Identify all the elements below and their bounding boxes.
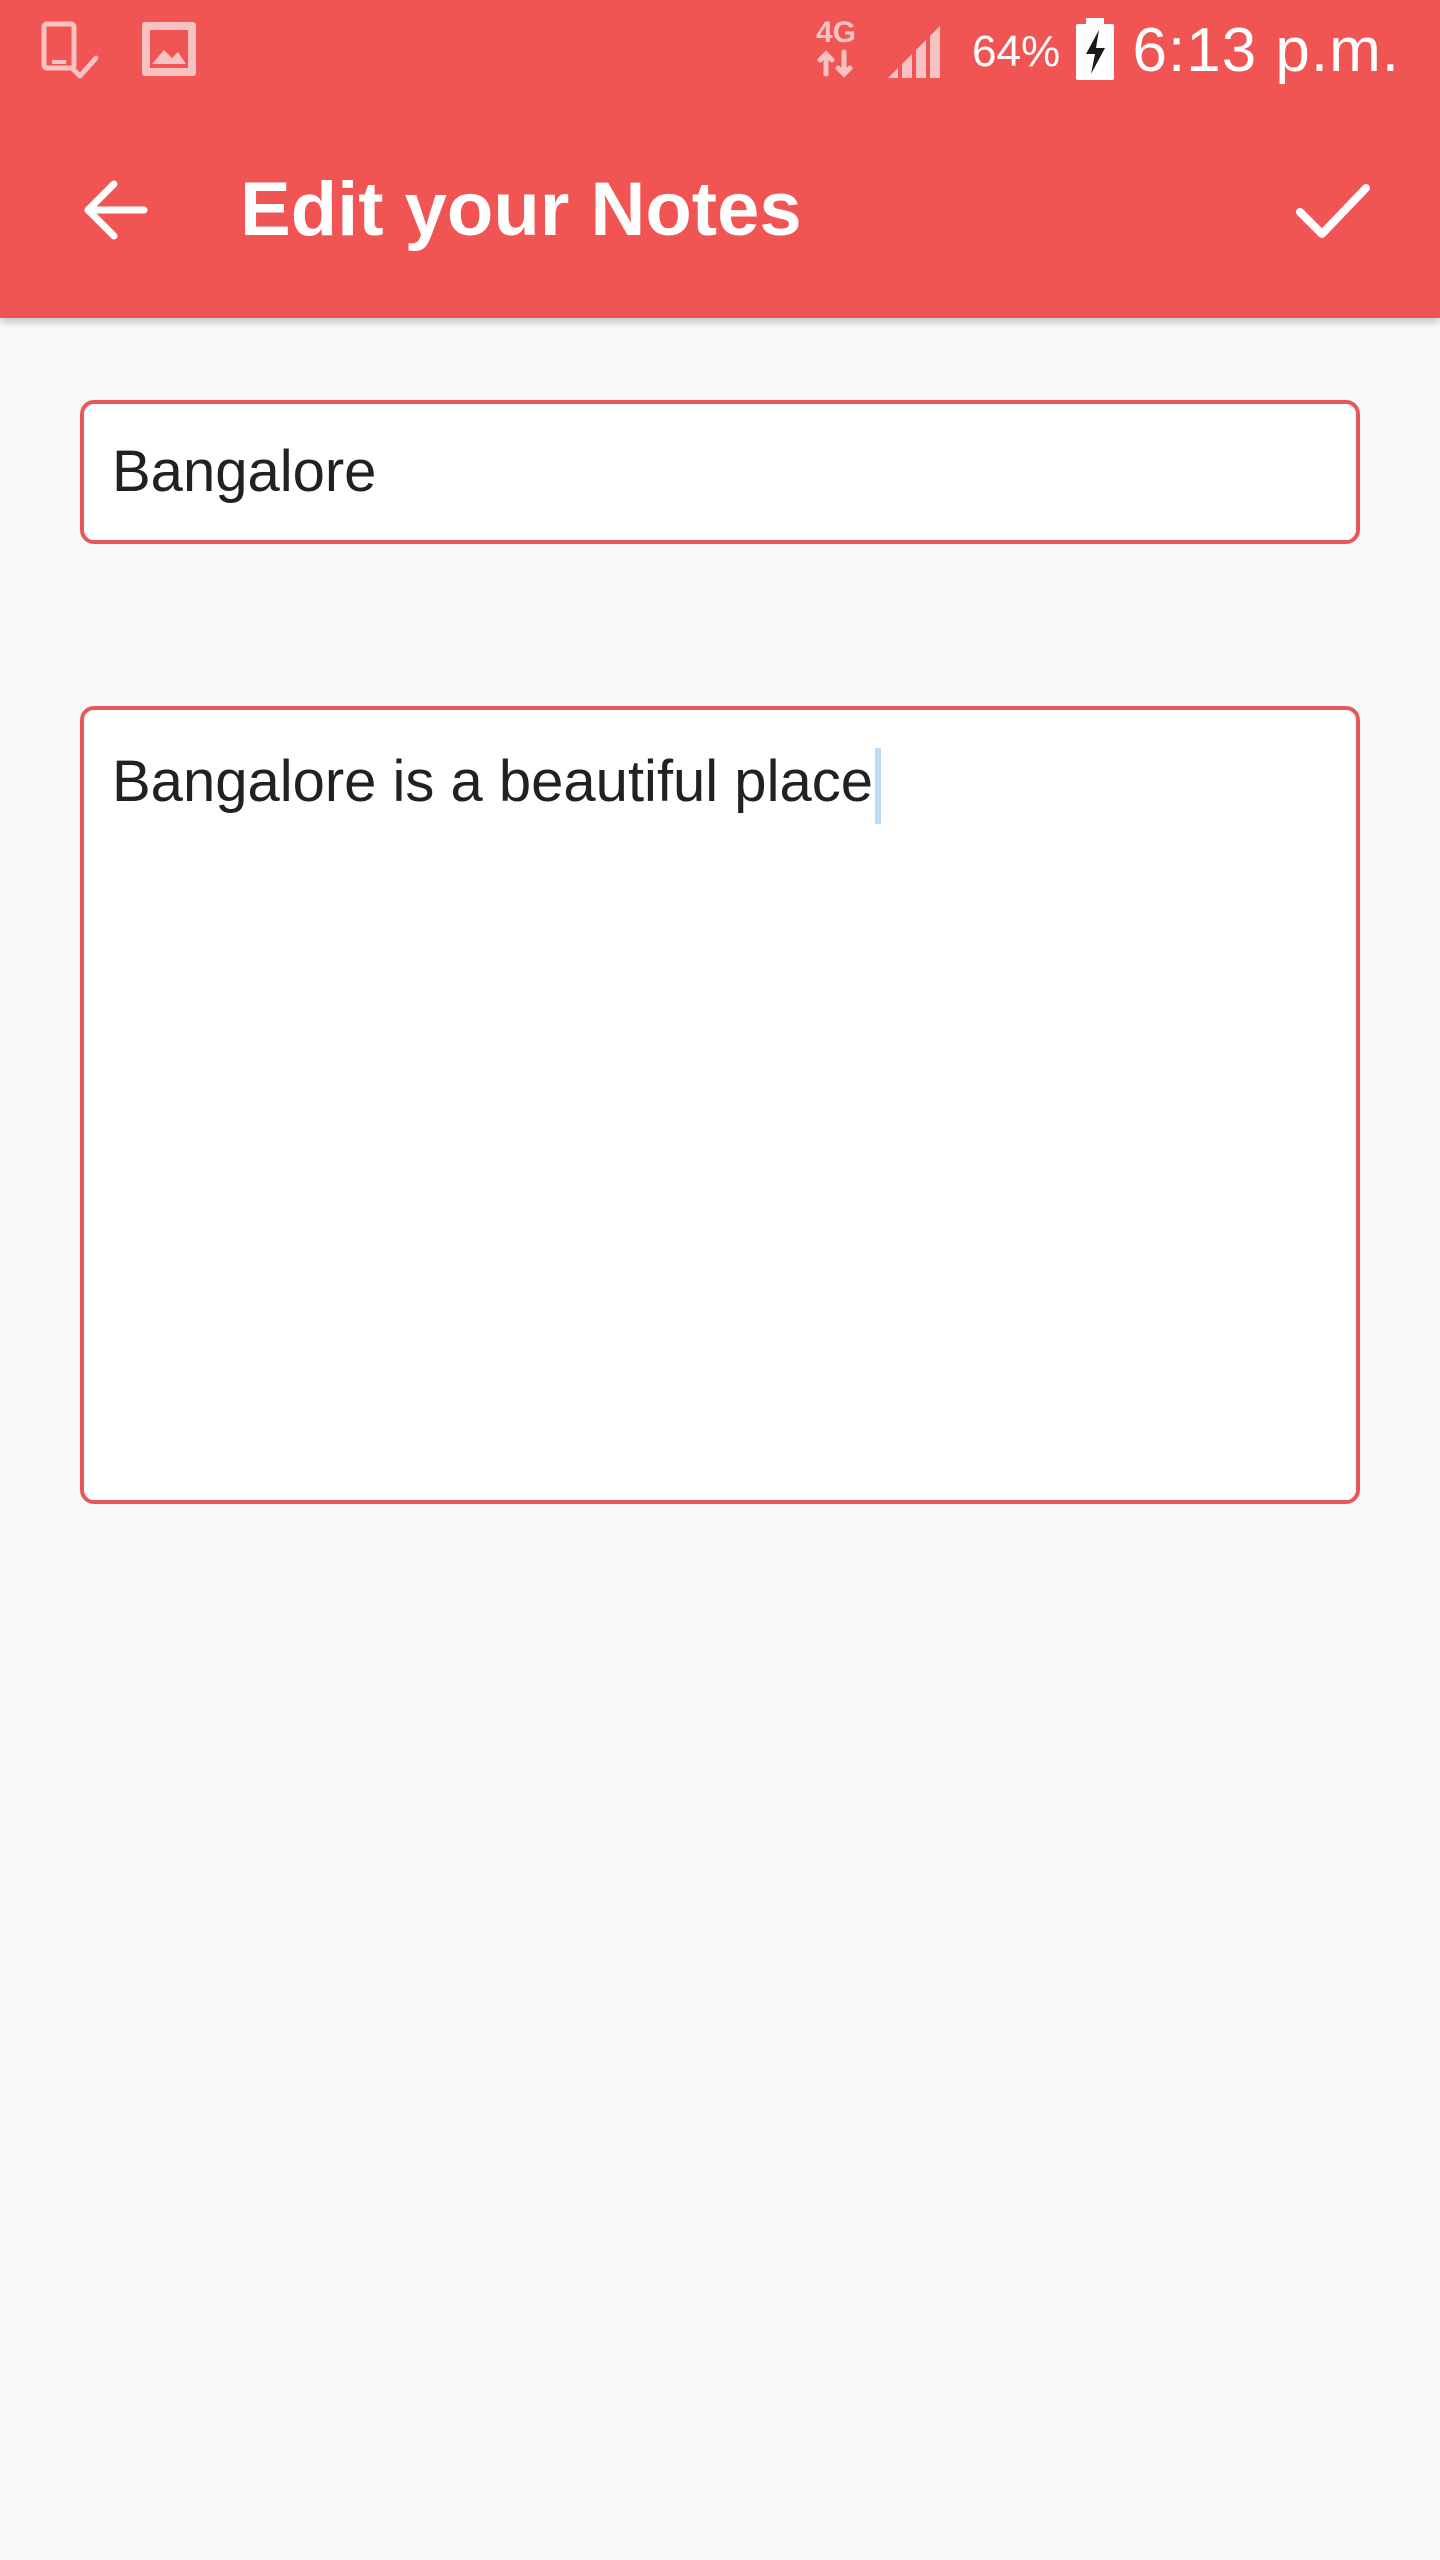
arrow-back-icon bbox=[84, 180, 148, 240]
signal-strength-icon bbox=[888, 26, 940, 78]
battery-charging-icon bbox=[1076, 18, 1114, 80]
network-4g-icon: 4G bbox=[816, 16, 856, 78]
text-cursor bbox=[874, 747, 881, 824]
network-label: 4G bbox=[816, 16, 856, 49]
note-title-input[interactable]: Bangalore bbox=[80, 400, 1360, 544]
device-check-icon bbox=[41, 21, 99, 79]
check-icon bbox=[1296, 184, 1370, 238]
status-bar: 4G 64% 6:13 p.m. bbox=[0, 0, 1440, 102]
app-bar: Edit your Notes bbox=[0, 102, 1440, 318]
note-body-textarea[interactable]: Bangalore is a beautiful place bbox=[80, 706, 1360, 1504]
note-title-value: Bangalore bbox=[112, 439, 377, 504]
status-clock: 6:13 p.m. bbox=[1132, 16, 1400, 85]
note-body-value: Bangalore is a beautiful place bbox=[112, 749, 873, 814]
save-button[interactable] bbox=[1276, 154, 1388, 266]
page-title: Edit your Notes bbox=[240, 167, 802, 252]
back-button[interactable] bbox=[60, 154, 172, 266]
image-icon bbox=[142, 22, 196, 76]
battery-percent: 64% bbox=[972, 27, 1061, 76]
